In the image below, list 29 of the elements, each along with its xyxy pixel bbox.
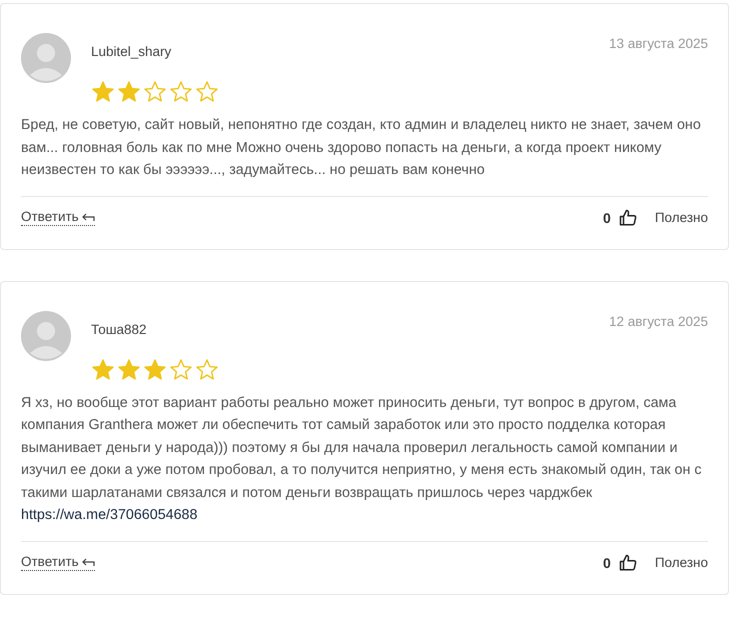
review-link[interactable]: https://wa.me/37066054688 xyxy=(21,507,198,523)
review-date: 13 августа 2025 xyxy=(608,35,708,51)
filled-star-icon xyxy=(117,80,141,104)
empty-star-icon xyxy=(169,80,193,104)
helpful-label: Полезно xyxy=(654,555,708,570)
avatar-icon xyxy=(21,310,71,360)
like-count: 0 xyxy=(603,210,611,226)
empty-star-icon xyxy=(143,80,167,104)
thumbs-up-icon[interactable] xyxy=(618,554,637,572)
review-text: Бред, не советую, сайт новый, непонятно где создан, кто админ и владелец никто не знает, зачем оно вам... головная боль как по мне Можно очень здорово попасть на деньги, а когда проект никому неизвестен то как бы ээээээ..., задумайтесь... но решать вам конечно xyxy=(21,116,702,180)
empty-star-icon xyxy=(169,358,193,382)
author-name: Lubitel_shary xyxy=(91,44,172,59)
reply-arrow-icon xyxy=(80,556,95,568)
reply-link[interactable]: Ответить xyxy=(21,554,95,571)
filled-star-icon xyxy=(91,80,115,104)
avatar-icon xyxy=(21,33,71,83)
review-text: Я хз, но вообще этот вариант работы реально может приносить деньги, тут вопрос в другом, сама компания Granthera может ли обеспечить тот самый заработок или это просто подделка которая выманивает деньги у народа))) поэтому я бы для начала проверил легальность самой компании и изучил ее доки а уже потом пробовал, а то получится неприятно, у меня есть знакомый один, так он с такими шарлатанами связался и потом деньги возвращать пришлось через чарджбек https://wa.me/37066054688 xyxy=(21,394,702,525)
reply-arrow-icon xyxy=(80,210,95,222)
reply-link[interactable]: Ответить xyxy=(21,209,95,226)
empty-star-icon xyxy=(195,358,219,382)
filled-star-icon xyxy=(143,358,167,382)
helpful-label: Полезно xyxy=(654,210,708,225)
filled-star-icon xyxy=(91,358,115,382)
review-date: 12 августа 2025 xyxy=(608,312,708,328)
thumbs-up-icon[interactable] xyxy=(618,208,637,226)
empty-star-icon xyxy=(195,80,219,104)
author-name: Тоша882 xyxy=(91,322,147,336)
like-count: 0 xyxy=(603,554,611,570)
filled-star-icon xyxy=(117,358,141,382)
